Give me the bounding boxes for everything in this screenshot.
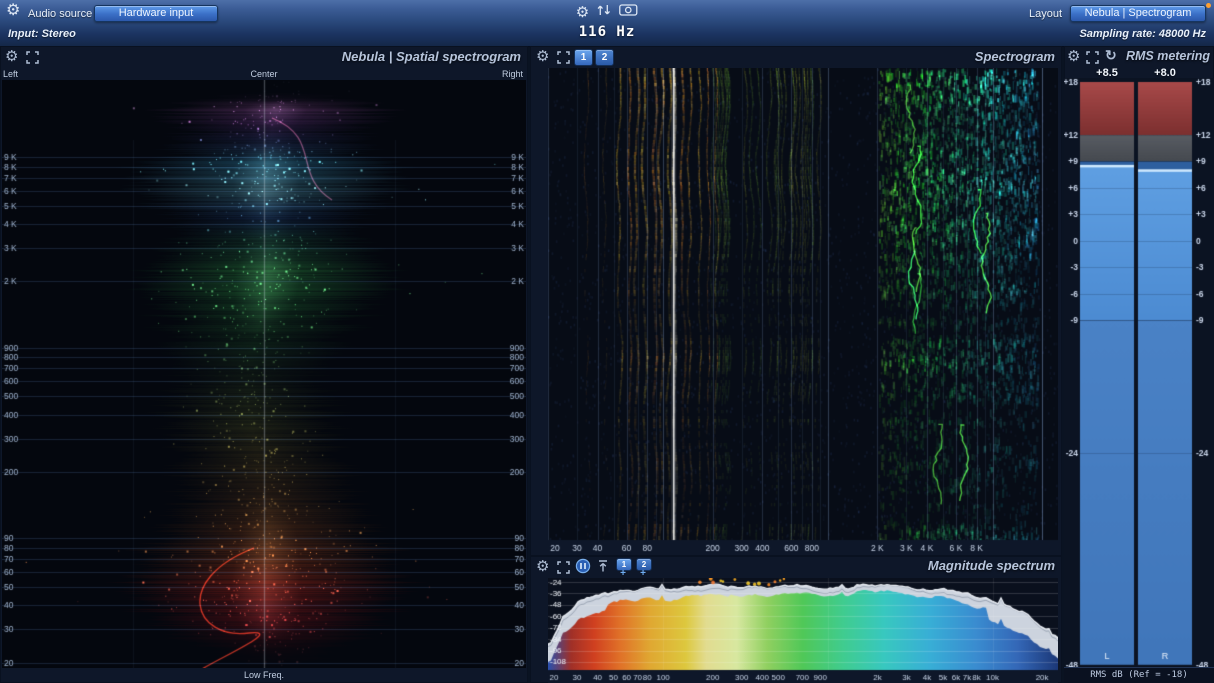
- rms-settings-gear-icon[interactable]: ⚙: [1067, 49, 1080, 64]
- magnitude-settings-gear-icon[interactable]: ⚙: [536, 559, 549, 574]
- rms-footer: RMS dB (Ref = -18): [1064, 667, 1214, 683]
- spatial-spectrogram-canvas[interactable]: [2, 80, 526, 668]
- magnitude-fullscreen-icon[interactable]: [557, 561, 570, 578]
- spectrogram-fullscreen-icon[interactable]: [557, 51, 570, 68]
- axis-lowfreq-label: Low Freq.: [243, 670, 285, 680]
- axis-right-label: Right: [501, 69, 523, 79]
- audio-source-label: Audio source: [28, 8, 93, 20]
- axis-center-label: Center: [250, 69, 278, 79]
- layout-label: Layout: [1028, 8, 1062, 20]
- display-monitor-icon[interactable]: [619, 3, 638, 22]
- rms-reset-icon[interactable]: ↻: [1105, 48, 1117, 62]
- spectrogram-panel: ⚙ 1 2 Spectrogram: [530, 46, 1062, 556]
- layout-preset-button[interactable]: Nebula | Spectrogram: [1070, 5, 1206, 22]
- notification-dot: [1206, 3, 1211, 8]
- peak-hold-reset-icon[interactable]: [597, 559, 609, 577]
- spectrogram-preset-1-button[interactable]: 1: [574, 49, 593, 66]
- input-info: Input: Stereo: [8, 28, 76, 40]
- rms-fullscreen-icon[interactable]: [1086, 51, 1099, 68]
- frequency-readout: 116 Hz: [578, 24, 636, 40]
- magnitude-panel-title: Magnitude spectrum: [927, 558, 1055, 573]
- center-icon-cluster: ⚙: [576, 3, 638, 22]
- spectrogram-preset-2-button[interactable]: 2: [595, 49, 614, 66]
- spectrogram-canvas[interactable]: [548, 68, 1058, 554]
- magnitude-spectrum-canvas[interactable]: [548, 578, 1058, 683]
- rms-meters-canvas[interactable]: [1064, 78, 1214, 668]
- spatial-fullscreen-icon[interactable]: [26, 51, 39, 68]
- spatial-panel-title: Nebula | Spatial spectrogram: [341, 49, 521, 64]
- global-settings-gear-icon[interactable]: ⚙: [576, 5, 589, 20]
- sampling-rate-info: Sampling rate: 48000 Hz: [1079, 28, 1206, 40]
- hardware-input-button[interactable]: Hardware input: [94, 5, 218, 22]
- rms-metering-panel: ⚙ ↻ RMS metering +8.5 +8.0 RMS dB (Ref =…: [1064, 46, 1214, 683]
- spatial-settings-gear-icon[interactable]: ⚙: [5, 49, 18, 64]
- io-routing-icon[interactable]: [596, 3, 612, 22]
- audio-settings-gear-icon[interactable]: ⚙: [6, 3, 20, 19]
- rms-panel-title: RMS metering: [1125, 49, 1210, 63]
- pause-button-icon[interactable]: [575, 558, 591, 578]
- spectrogram-panel-title: Spectrogram: [974, 49, 1055, 64]
- spectrogram-settings-gear-icon[interactable]: ⚙: [536, 49, 549, 64]
- spatial-spectrogram-panel: ⚙ Nebula | Spatial spectrogram Left Cent…: [0, 46, 528, 683]
- top-toolbar: ⚙ Audio source Hardware input Input: Ste…: [0, 0, 1214, 47]
- magnitude-spectrum-panel: ⚙ 1 2 + + Magnitude spectrum: [530, 556, 1062, 683]
